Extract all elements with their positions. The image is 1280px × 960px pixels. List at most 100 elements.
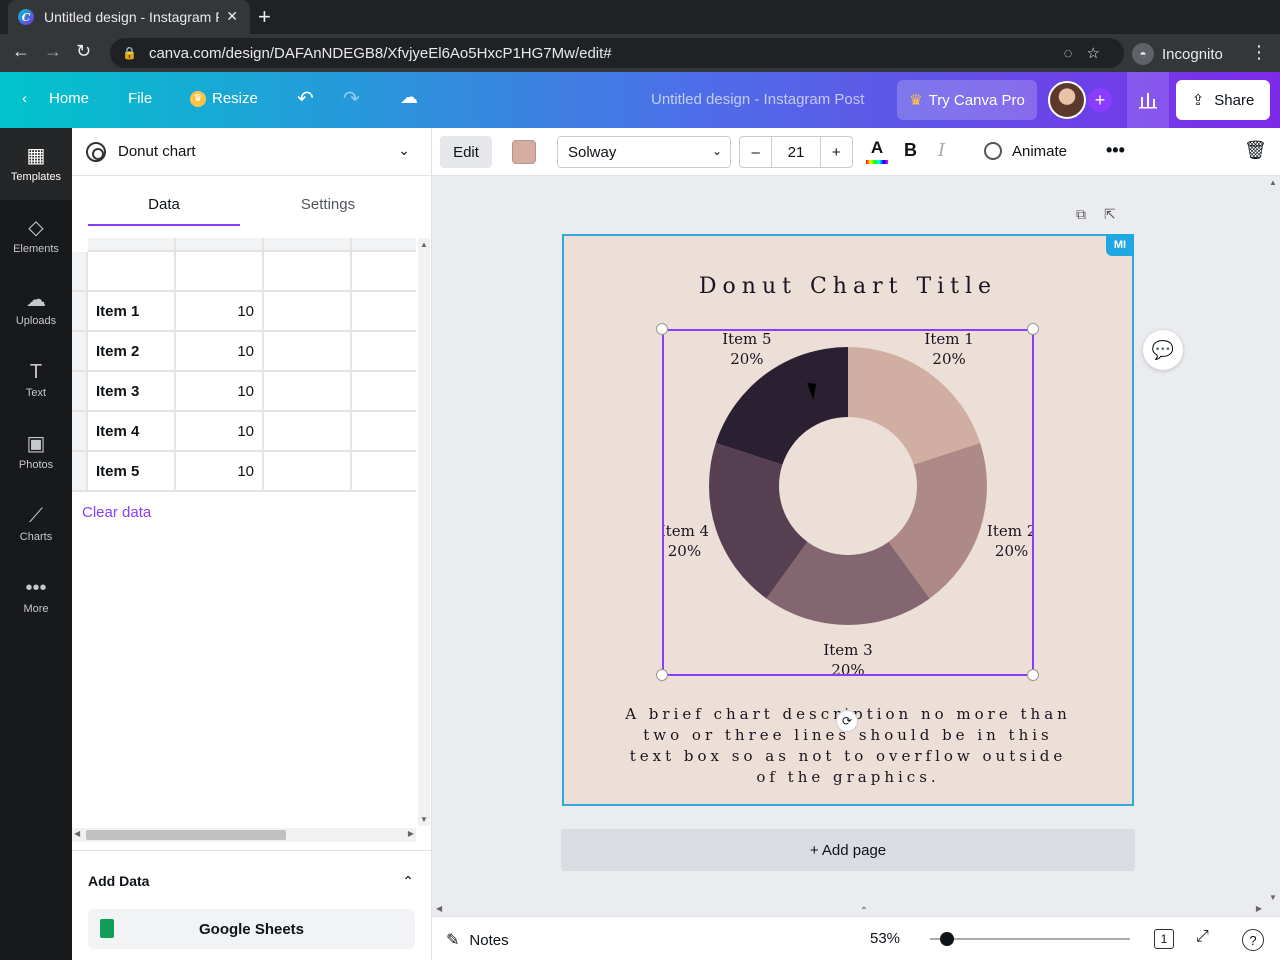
rail-item-charts[interactable]: ⟋ Charts bbox=[0, 488, 72, 560]
resize-handle[interactable] bbox=[1027, 669, 1039, 681]
tab-settings[interactable]: Settings bbox=[252, 190, 404, 226]
home-button[interactable]: ‹ Home bbox=[22, 90, 89, 107]
user-avatar[interactable] bbox=[1048, 81, 1086, 119]
grid-cell[interactable] bbox=[88, 252, 176, 292]
share-button[interactable]: ⇪ Share bbox=[1176, 80, 1270, 120]
tab-data[interactable]: Data bbox=[88, 190, 240, 226]
add-page-button[interactable]: + Add page bbox=[561, 829, 1135, 871]
scroll-down-icon[interactable]: ▼ bbox=[420, 815, 428, 824]
file-menu-button[interactable]: File bbox=[128, 90, 152, 107]
invite-plus-icon[interactable]: + bbox=[1088, 88, 1112, 112]
value-cell[interactable]: 10 bbox=[176, 452, 264, 492]
try-pro-button[interactable]: ♛ Try Canva Pro bbox=[897, 80, 1037, 120]
help-icon[interactable]: ? bbox=[1242, 929, 1264, 951]
color-swatch[interactable] bbox=[512, 140, 536, 164]
value-cell[interactable]: 10 bbox=[176, 412, 264, 452]
bold-button[interactable]: B bbox=[904, 140, 917, 161]
undo-icon[interactable]: ↶ bbox=[297, 86, 314, 111]
scrollbar-thumb[interactable] bbox=[86, 830, 286, 840]
row-header[interactable] bbox=[72, 452, 88, 492]
label-cell[interactable]: Item 5 bbox=[88, 452, 176, 492]
grid-cell[interactable] bbox=[264, 252, 352, 292]
resize-handle[interactable] bbox=[656, 323, 668, 335]
scroll-left-icon[interactable]: ◀ bbox=[74, 829, 80, 838]
browser-tab[interactable]: C Untitled design - Instagram Post ✕ bbox=[8, 0, 250, 34]
grid-cell[interactable] bbox=[176, 238, 264, 252]
row-header[interactable] bbox=[72, 412, 88, 452]
row-header[interactable] bbox=[72, 332, 88, 372]
add-page-icon[interactable]: ⇱ bbox=[1104, 206, 1134, 222]
incognito-indicator[interactable]: ◓ Incognito bbox=[1132, 43, 1223, 65]
eye-off-icon[interactable]: ◌ bbox=[1064, 45, 1087, 62]
panel-horizontal-scrollbar[interactable]: ◀ ▶ bbox=[72, 828, 416, 842]
grid-cell[interactable] bbox=[264, 372, 352, 412]
resize-button[interactable]: ♛ Resize bbox=[190, 90, 258, 107]
grid-cell[interactable] bbox=[264, 292, 352, 332]
grid-cell[interactable] bbox=[264, 452, 352, 492]
url-input[interactable]: 🔒 canva.com/design/DAFAnNDEGB8/XfvjyeEl6… bbox=[110, 38, 1124, 68]
edit-button[interactable]: Edit bbox=[440, 136, 492, 168]
text-color-button[interactable]: A bbox=[866, 138, 888, 166]
grid-cell[interactable] bbox=[176, 252, 264, 292]
new-tab-icon[interactable]: + bbox=[258, 4, 271, 30]
forward-icon[interactable]: → bbox=[44, 41, 62, 62]
rail-item-text[interactable]: T Text bbox=[0, 344, 72, 416]
close-tab-icon[interactable]: ✕ bbox=[226, 8, 238, 25]
insights-button[interactable] bbox=[1127, 72, 1169, 128]
value-cell[interactable]: 10 bbox=[176, 332, 264, 372]
grid-cell[interactable] bbox=[352, 238, 416, 252]
font-size-input[interactable]: 21 bbox=[771, 137, 821, 167]
panel-vertical-scrollbar[interactable]: ▲ ▼ bbox=[418, 238, 430, 826]
rail-item-elements[interactable]: ◇ Elements bbox=[0, 200, 72, 272]
reload-icon[interactable]: ↻ bbox=[76, 41, 91, 62]
label-cell[interactable]: Item 3 bbox=[88, 372, 176, 412]
scroll-up-icon[interactable]: ▲ bbox=[1269, 178, 1277, 187]
rail-item-templates[interactable]: ▦ Templates bbox=[0, 128, 72, 200]
grid-cell[interactable] bbox=[352, 332, 416, 372]
back-icon[interactable]: ← bbox=[12, 41, 30, 62]
scroll-right-icon[interactable]: ▶ bbox=[1256, 904, 1262, 913]
grid-cell[interactable] bbox=[352, 292, 416, 332]
redo-icon[interactable]: ↷ bbox=[343, 86, 360, 111]
zoom-slider-knob[interactable] bbox=[940, 932, 954, 946]
scroll-left-icon[interactable]: ◀ bbox=[436, 904, 442, 913]
label-cell[interactable]: Item 2 bbox=[88, 332, 176, 372]
google-sheets-button[interactable]: Google Sheets bbox=[88, 909, 415, 949]
row-header[interactable] bbox=[72, 292, 88, 332]
cloud-saved-icon[interactable]: ☁ bbox=[400, 87, 418, 108]
label-cell[interactable]: Item 4 bbox=[88, 412, 176, 452]
design-title[interactable]: Untitled design - Instagram Post bbox=[651, 91, 864, 108]
row-header[interactable] bbox=[72, 372, 88, 412]
rail-item-photos[interactable]: ▣ Photos bbox=[0, 416, 72, 488]
grid-cell[interactable] bbox=[88, 238, 176, 252]
url-actions[interactable]: ◌☆ bbox=[1064, 44, 1114, 62]
grid-cell[interactable] bbox=[352, 452, 416, 492]
grid-cell[interactable] bbox=[264, 238, 352, 252]
animate-button[interactable]: Animate bbox=[984, 142, 1067, 160]
resize-handle[interactable] bbox=[656, 669, 668, 681]
grid-cell[interactable] bbox=[352, 252, 416, 292]
resize-handle[interactable] bbox=[1027, 323, 1039, 335]
canvas-vertical-scrollbar[interactable]: ▲ ▼ bbox=[1266, 176, 1280, 904]
increase-size-button[interactable]: + bbox=[821, 137, 852, 167]
zoom-slider[interactable] bbox=[930, 932, 1130, 946]
grid-cell[interactable] bbox=[264, 332, 352, 372]
add-comment-icon[interactable]: 💬 bbox=[1143, 330, 1183, 370]
rail-item-more[interactable]: ••• More bbox=[0, 560, 72, 632]
fullscreen-icon[interactable]: ⤢ bbox=[1196, 928, 1209, 946]
browser-menu-icon[interactable]: ⋮ bbox=[1250, 42, 1268, 63]
decrease-size-button[interactable]: – bbox=[740, 137, 771, 167]
grid-cell[interactable] bbox=[352, 412, 416, 452]
star-icon[interactable]: ☆ bbox=[1087, 45, 1114, 62]
clear-data-link[interactable]: Clear data bbox=[82, 504, 151, 521]
page-count-button[interactable]: 1 bbox=[1154, 929, 1174, 949]
grid-cell[interactable] bbox=[352, 372, 416, 412]
grid-cell[interactable] bbox=[264, 412, 352, 452]
chart-type-select[interactable]: Donut chart ⌄ bbox=[72, 128, 432, 176]
add-data-title[interactable]: Add Data bbox=[88, 873, 149, 889]
label-cell[interactable]: Item 1 bbox=[88, 292, 176, 332]
scroll-up-icon[interactable]: ▲ bbox=[420, 240, 428, 249]
rotate-icon[interactable]: ⟳ bbox=[836, 710, 858, 732]
chart-title[interactable]: Donut Chart Title bbox=[562, 274, 1134, 299]
italic-button[interactable]: I bbox=[938, 140, 945, 161]
